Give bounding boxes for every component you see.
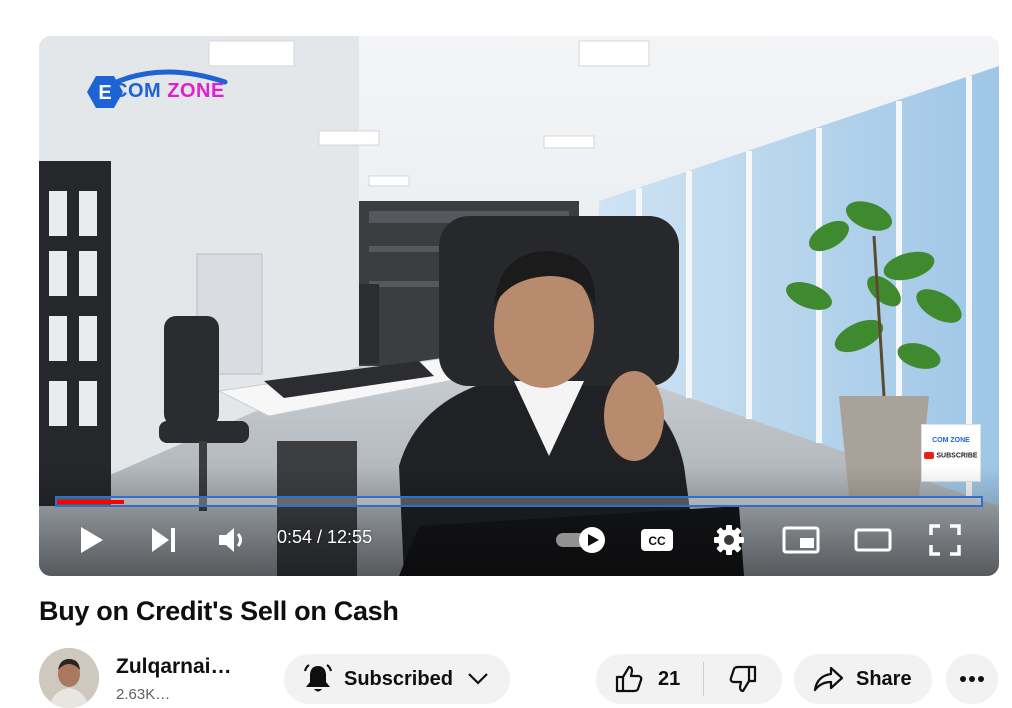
watermark-subscribe: SUBSCRIBE — [922, 452, 980, 459]
share-arrow-icon — [813, 666, 844, 692]
chevron-down-icon — [468, 673, 488, 685]
logo-letter: E — [98, 82, 111, 104]
volume-icon — [219, 528, 242, 552]
fullscreen-button[interactable] — [923, 520, 967, 560]
like-dislike-group: 21 — [596, 654, 782, 704]
autoplay-toggle-icon — [556, 527, 605, 553]
next-button[interactable] — [141, 520, 185, 560]
time-display: 0:54 / 12:55 — [277, 527, 373, 547]
subscribed-button[interactable]: Subscribed — [284, 654, 510, 704]
svg-text:CC: CC — [648, 534, 666, 548]
captions-button[interactable]: CC — [635, 520, 679, 560]
avatar-image — [39, 648, 99, 708]
like-button[interactable]: 21 — [596, 654, 703, 704]
logo-brand-zone: ZONE — [167, 80, 225, 102]
subscribed-label: Subscribed — [344, 667, 453, 690]
channel-logo-overlay: E COM ZONE — [67, 56, 237, 116]
autoplay-toggle[interactable] — [551, 520, 611, 560]
progress-bar[interactable] — [55, 496, 983, 507]
play-icon — [81, 527, 103, 553]
volume-button[interactable] — [211, 520, 255, 560]
youtube-icon — [924, 452, 935, 459]
watermark-brand: COM ZONE — [932, 437, 970, 444]
like-count: 21 — [658, 667, 681, 690]
theater-mode-button[interactable] — [849, 520, 897, 560]
bell-icon — [303, 664, 333, 692]
more-actions-button[interactable] — [946, 654, 998, 704]
play-button[interactable] — [69, 520, 113, 560]
settings-button[interactable] — [707, 520, 751, 560]
share-button[interactable]: Share — [794, 654, 932, 704]
gear-icon — [714, 525, 744, 555]
more-horizontal-icon — [960, 676, 984, 682]
channel-name[interactable]: Zulqarnai… — [116, 655, 232, 679]
thumbs-down-icon — [729, 665, 757, 693]
captions-icon: CC — [641, 529, 673, 551]
video-title: Buy on Credit's Sell on Cash — [39, 596, 399, 626]
miniplayer-icon — [782, 526, 820, 554]
share-label: Share — [856, 667, 912, 690]
logo-brand-com: COM — [113, 80, 162, 102]
video-player[interactable]: E COM ZONE COM ZONE SUBSCRIBE 0:54 / 12:… — [39, 36, 999, 576]
subscriber-count: 2.63K… — [116, 686, 171, 703]
next-icon — [152, 528, 175, 552]
fullscreen-icon — [929, 524, 961, 556]
theater-icon — [854, 528, 892, 552]
logo-brand: COM ZONE — [113, 80, 225, 103]
dislike-button[interactable] — [704, 654, 782, 704]
channel-avatar[interactable] — [39, 648, 99, 708]
miniplayer-button[interactable] — [777, 520, 825, 560]
thumbs-up-icon — [615, 665, 643, 693]
progress-played — [57, 500, 125, 504]
